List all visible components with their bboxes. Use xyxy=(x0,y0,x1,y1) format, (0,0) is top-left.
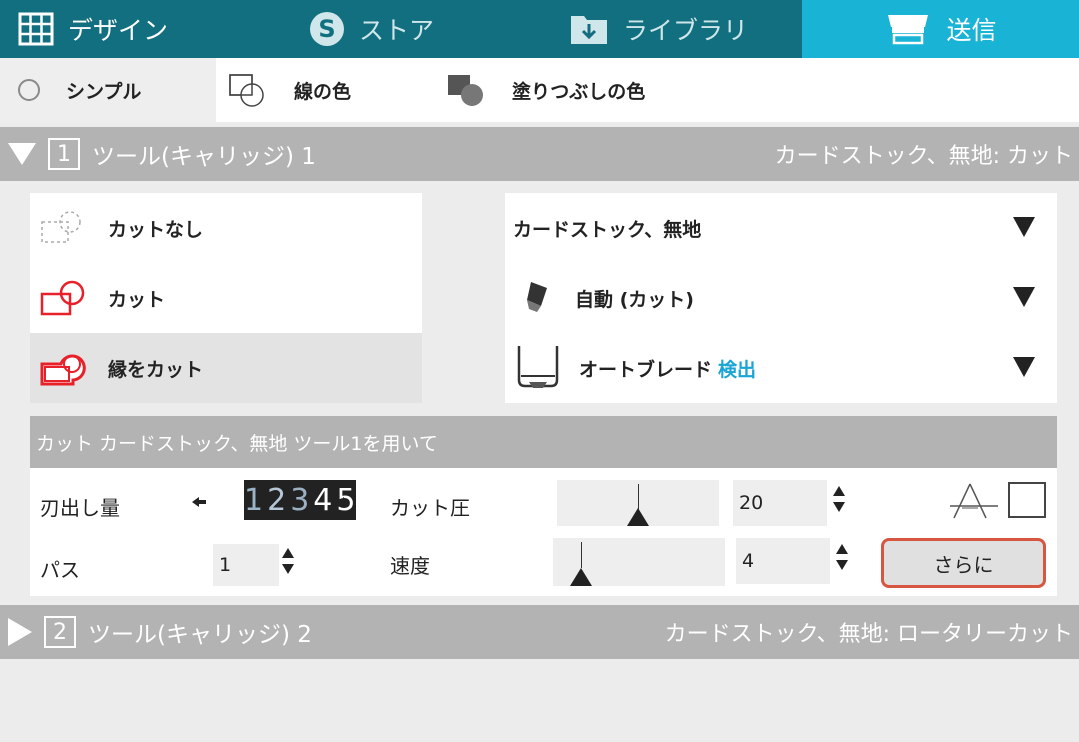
tool2-summary: カードストック、無地: ロータリーカット xyxy=(664,622,1073,647)
cut-mode-cut[interactable]: カット xyxy=(30,263,422,333)
fill-color-icon xyxy=(446,73,486,107)
speed-input[interactable]: 4 xyxy=(736,538,830,584)
cut-mode-label: カット xyxy=(108,288,166,311)
force-value: 20 xyxy=(739,492,764,514)
store-s-icon: S xyxy=(309,11,345,47)
down-arrow-icon xyxy=(833,502,845,512)
tab-send[interactable]: 送信 xyxy=(802,0,1079,58)
cut-mode-none[interactable]: カットなし xyxy=(30,193,422,263)
down-arrow-icon xyxy=(836,560,848,570)
material-value: カードストック、無地 xyxy=(513,218,702,241)
tab-store[interactable]: S ストア xyxy=(228,0,515,58)
passes-label: パス xyxy=(40,558,80,582)
tab-label: 送信 xyxy=(946,16,997,45)
dropdown-caret-icon xyxy=(1013,217,1035,242)
cutter-send-icon xyxy=(884,13,932,45)
passes-value: 1 xyxy=(219,554,232,576)
blade-depth-label: 刃出し量 xyxy=(40,496,120,520)
no-cut-icon xyxy=(40,210,98,246)
grid-icon xyxy=(18,12,54,46)
tool-value: オートブレード xyxy=(579,358,713,381)
tool1-summary: カードストック、無地: カット xyxy=(774,144,1073,169)
blade-depth-left-arrow-icon[interactable] xyxy=(192,490,206,514)
action-dropdown[interactable]: 自動 (カット) xyxy=(505,263,1057,333)
tool1-title: ツール(キャリッジ) 1 xyxy=(92,144,316,170)
line-color-icon xyxy=(228,73,266,107)
blade-depth-digit: 1 xyxy=(244,482,268,518)
up-arrow-icon xyxy=(836,544,848,554)
cut-settings-header: カット カードストック、無地 ツール1を用いて xyxy=(30,416,1057,468)
tool-diagram-icon[interactable] xyxy=(950,482,1006,525)
force-input[interactable]: 20 xyxy=(733,480,827,526)
cut-mode-label: カットなし xyxy=(108,218,204,241)
action-value: 自動 (カット) xyxy=(575,288,694,311)
slider-thumb-icon[interactable] xyxy=(627,508,649,526)
top-nav: デザイン S ストア ライブラリ 送信 xyxy=(0,0,1079,58)
tool-detect-link[interactable]: 検出 xyxy=(718,355,756,382)
cut-mode-label: 縁をカット xyxy=(108,358,204,381)
autoblade-holder-icon xyxy=(515,344,561,392)
subnav-line-color-label: 線の色 xyxy=(294,80,352,103)
blade-depth-digit: 2 xyxy=(267,482,291,518)
tool1-header[interactable]: 1 ツール(キャリッジ) 1 カードストック、無地: カット xyxy=(0,127,1079,181)
tool2-title: ツール(キャリッジ) 2 xyxy=(88,622,312,648)
tab-library[interactable]: ライブラリ xyxy=(515,0,802,58)
blade-depth-digit: 4 xyxy=(313,482,337,518)
speed-label: 速度 xyxy=(390,554,430,578)
tool2-number: 2 xyxy=(44,616,76,648)
down-arrow-icon xyxy=(282,564,294,574)
tab-label: デザイン xyxy=(68,16,169,45)
tool1-number: 1 xyxy=(48,138,80,170)
tool2-header[interactable]: 2 ツール(キャリッジ) 2 カードストック、無地: ロータリーカット xyxy=(0,605,1079,659)
tab-label: ストア xyxy=(358,16,434,45)
subnav-line-color[interactable]: 線の色 xyxy=(228,58,351,122)
dropdown-caret-icon xyxy=(1013,287,1035,312)
force-slider[interactable] xyxy=(557,480,719,526)
blade-depth-digit: 3 xyxy=(290,482,314,518)
cut-mode-edge[interactable]: 縁をカット xyxy=(30,333,422,403)
svg-text:S: S xyxy=(318,15,335,43)
speed-value: 4 xyxy=(742,550,755,572)
up-arrow-icon xyxy=(833,486,845,496)
expand-down-icon xyxy=(8,143,36,165)
force-label: カット圧 xyxy=(390,496,470,520)
tool-checkbox[interactable] xyxy=(1008,482,1046,518)
blade-cap-icon xyxy=(523,280,551,316)
subnav-fill-color[interactable]: 塗りつぶしの色 xyxy=(446,58,645,122)
subnav-fill-color-label: 塗りつぶしの色 xyxy=(512,80,646,103)
tab-label: ライブラリ xyxy=(622,16,748,45)
sub-nav: シンプル 線の色 塗りつぶしの色 xyxy=(0,58,1079,122)
cut-mode-list: カットなし カット 縁をカット xyxy=(30,193,422,403)
cut-icon xyxy=(40,280,98,316)
speed-stepper[interactable] xyxy=(836,544,848,570)
cut-edge-icon xyxy=(40,350,98,386)
speed-slider[interactable] xyxy=(553,538,725,586)
blade-depth-right-arrow-icon[interactable] xyxy=(336,490,350,514)
tab-design[interactable]: デザイン xyxy=(0,0,228,58)
expand-right-icon xyxy=(8,618,32,646)
material-dropdown[interactable]: カードストック、無地 xyxy=(505,193,1057,263)
radio-icon xyxy=(18,79,40,101)
force-stepper[interactable] xyxy=(833,486,845,512)
tool-dropdown[interactable]: オートブレード 検出 xyxy=(505,333,1057,403)
passes-input[interactable]: 1 xyxy=(213,544,279,586)
subnav-simple-label: シンプル xyxy=(66,80,142,103)
more-settings-button[interactable]: さらに xyxy=(881,538,1046,588)
subnav-simple[interactable]: シンプル xyxy=(0,58,216,122)
slider-thumb-icon[interactable] xyxy=(570,568,592,586)
library-download-icon xyxy=(569,12,609,46)
dropdown-caret-icon xyxy=(1013,357,1035,382)
material-tool-panel: カードストック、無地 自動 (カット) オートブレード 検出 xyxy=(505,193,1057,403)
passes-stepper[interactable] xyxy=(282,548,294,574)
up-arrow-icon xyxy=(282,548,294,558)
